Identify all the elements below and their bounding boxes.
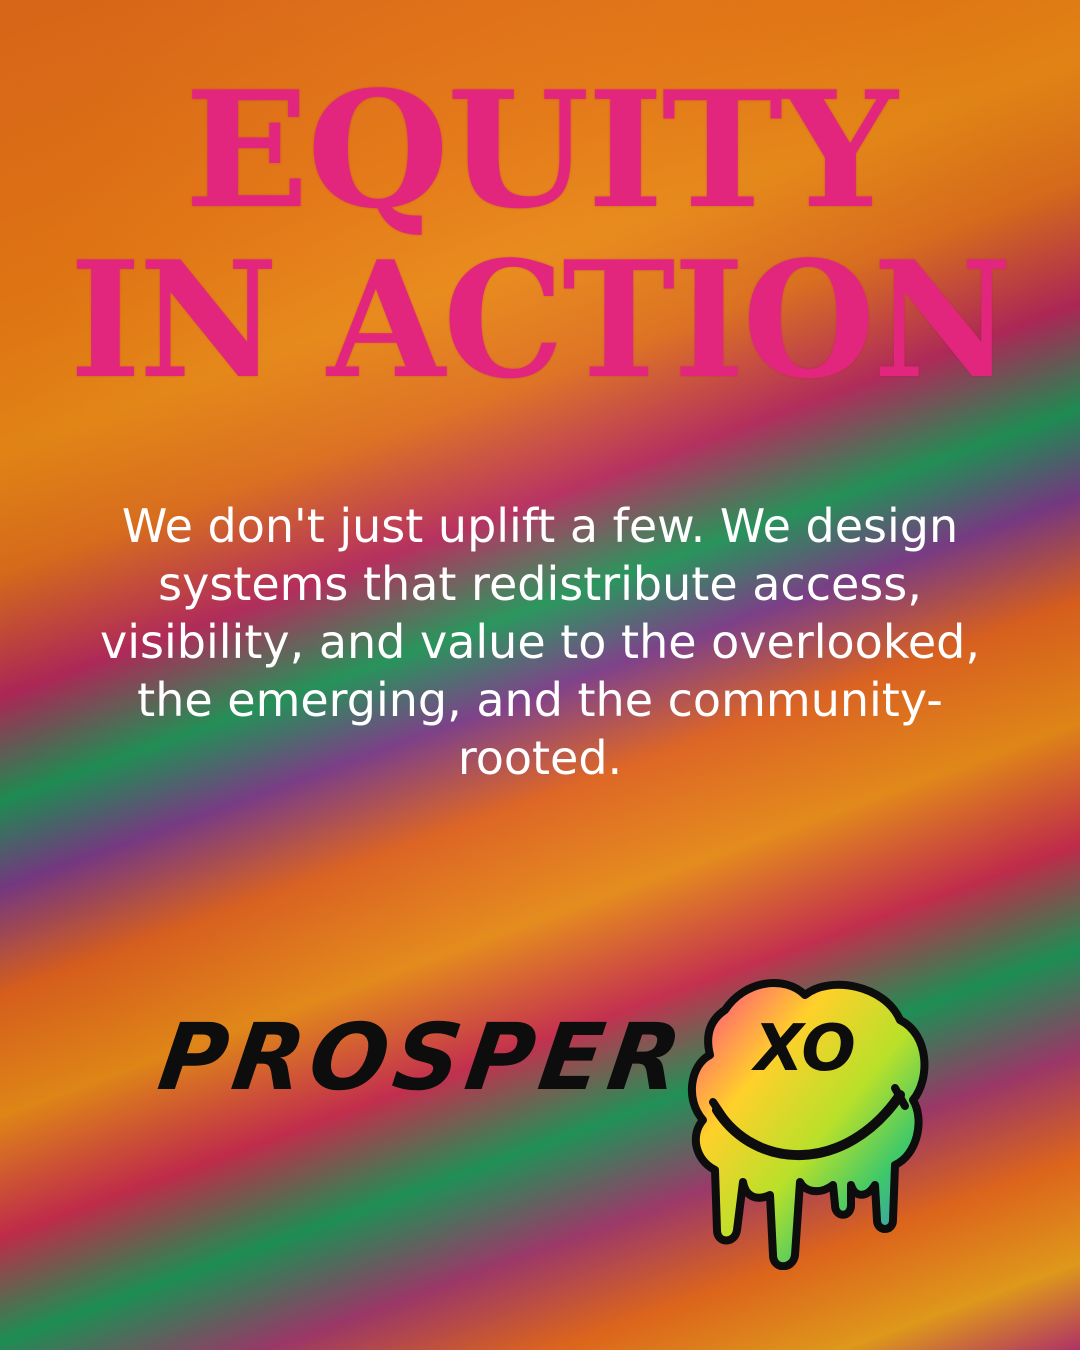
logo-text: XO xyxy=(750,1012,855,1086)
poster: EQUITY IN ACTION We don't just uplift a … xyxy=(0,0,1080,1350)
headline-line-1: EQUITY xyxy=(184,56,898,244)
body-text: We don't just uplift a few. We design sy… xyxy=(100,499,980,785)
headline-line-2: IN ACTION xyxy=(69,226,1012,414)
brand-wordmark: PROSPER xyxy=(152,1004,694,1111)
melting-smiley-icon: XO xyxy=(687,979,929,1270)
